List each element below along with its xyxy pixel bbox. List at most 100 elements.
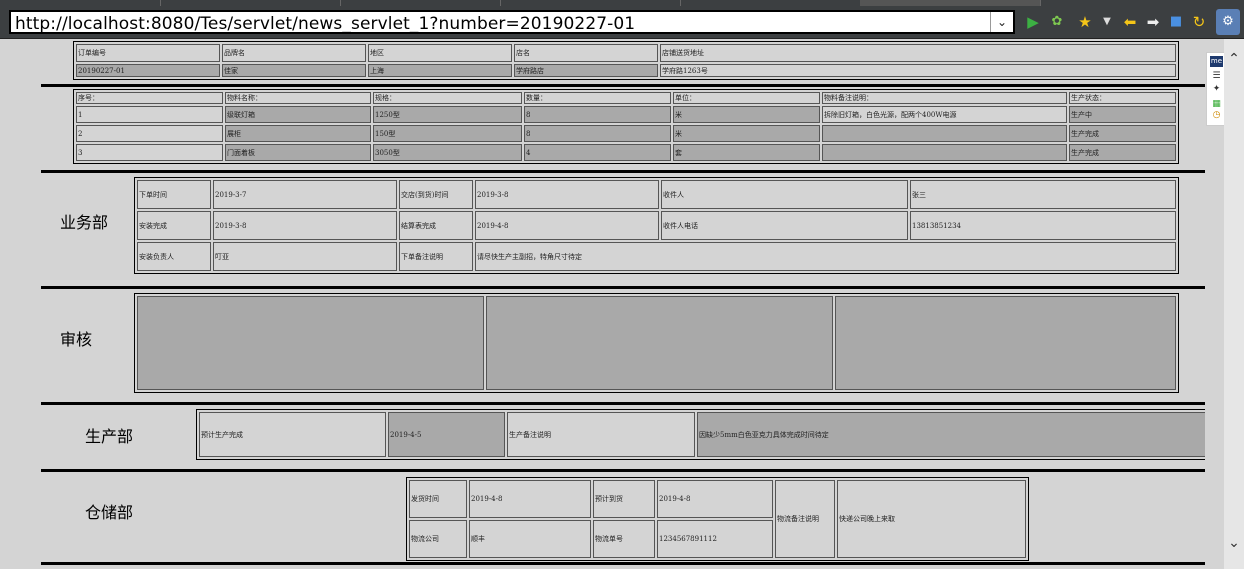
audit-cell — [137, 296, 484, 390]
url-text[interactable]: http://localhost:8080/Tes/servlet/news_s… — [15, 14, 635, 34]
settle-done-label: 结算表完成 — [399, 211, 473, 240]
menu-icon[interactable]: ☰ — [1210, 71, 1223, 82]
run-icon[interactable]: ▶ — [1022, 12, 1044, 32]
production-note: 因缺少5mm白色亚克力具体完成时间待定 — [697, 412, 1205, 457]
item-quantity: 4 — [524, 144, 671, 161]
scroll-up-icon[interactable]: ⌃ — [1224, 51, 1244, 67]
order-note: 请尽快生产主副招，特角尺寸待定 — [475, 242, 1176, 271]
order-time: 2019-3-7 — [213, 180, 397, 209]
install-owner: 叮亚 — [213, 242, 397, 271]
item-unit: 米 — [673, 106, 820, 123]
open-browser-icon[interactable]: ⚙ — [1216, 9, 1240, 35]
item-note — [822, 144, 1067, 161]
item-unit: 米 — [673, 125, 820, 142]
store-name: 学府路店 — [514, 64, 658, 77]
logistics-co-label: 物流公司 — [409, 520, 467, 558]
item-name: 展柜 — [225, 125, 371, 142]
dropdown-icon[interactable]: ▼ — [1096, 12, 1118, 32]
install-owner-label: 安装负责人 — [137, 242, 211, 271]
table-row: 2 展柜 150型 8 米 生产完成 — [76, 125, 1176, 142]
me-icon[interactable]: me — [1210, 56, 1223, 67]
tracking-label: 物流单号 — [593, 520, 655, 558]
vertical-scrollbar[interactable]: ⌃ ⌄ — [1224, 39, 1244, 569]
debug-icon[interactable]: ✿ — [1046, 12, 1068, 32]
bookmark-star-icon[interactable]: ★ — [1074, 12, 1096, 32]
row-number: 3 — [76, 144, 223, 161]
store-address: 学府路1263号 — [660, 64, 1176, 77]
item-unit: 套 — [673, 144, 820, 161]
header-cell: 物料备注说明： — [822, 92, 1067, 104]
item-spec: 150型 — [373, 125, 522, 142]
audit-dept-title: 审核 — [60, 330, 93, 349]
order-time-label: 下单时间 — [137, 180, 211, 209]
header-cell: 生产状态： — [1069, 92, 1176, 104]
order-note-label: 下单备注说明 — [399, 242, 473, 271]
row-number: 1 — [76, 106, 223, 123]
logistics-co: 顺丰 — [469, 520, 591, 558]
receiver: 张三 — [910, 180, 1176, 209]
header-cell: 品牌名 — [222, 44, 366, 62]
items-table: 序号： 物料名称： 规格： 数量： 单位： 物料备注说明： 生产状态： 1 级联… — [73, 89, 1179, 164]
divider — [41, 286, 1205, 289]
wand-icon[interactable]: ✦ — [1210, 84, 1223, 95]
tracking-number: 1234567891112 — [657, 520, 773, 558]
divider — [41, 469, 1205, 472]
receiver-phone-label: 收件人电话 — [661, 211, 908, 240]
production-status: 生产完成 — [1069, 144, 1176, 161]
browser-toolbar: http://localhost:8080/Tes/servlet/news_s… — [0, 6, 1244, 39]
region: 上海 — [368, 64, 512, 77]
warehouse-table: 发货时间 2019-4-8 预计到货 2019-4-8 物流备注说明 快递公司晚… — [406, 477, 1029, 561]
divider — [41, 170, 1205, 173]
table-row: 3 门面着板 3050型 4 套 生产完成 — [76, 144, 1176, 161]
receiver-label: 收件人 — [661, 180, 908, 209]
header-cell: 序号： — [76, 92, 223, 104]
refresh-icon[interactable]: ↻ — [1188, 12, 1210, 32]
item-quantity: 8 — [524, 125, 671, 142]
clock-icon[interactable]: ◷ — [1210, 110, 1223, 121]
stop-icon[interactable]: ■ — [1165, 12, 1187, 32]
item-name: 级联灯箱 — [225, 106, 371, 123]
image-icon[interactable]: ▦ — [1210, 99, 1223, 110]
brand-name: 佳家 — [222, 64, 366, 77]
table-row: 1 级联灯箱 1250型 8 米 拆除旧灯箱，白色光源，配两个400W电源 生产… — [76, 106, 1176, 123]
item-spec: 1250型 — [373, 106, 522, 123]
header-cell: 单位： — [673, 92, 820, 104]
production-dept-title: 生产部 — [85, 427, 134, 446]
warehouse-dept-title: 仓储部 — [85, 503, 134, 522]
production-status: 生产完成 — [1069, 125, 1176, 142]
ship-time-label: 发货时间 — [409, 480, 467, 518]
logistics-note-label: 物流备注说明 — [775, 480, 835, 558]
order-number: 20190227-01 — [76, 64, 220, 77]
deliver-time: 2019-3-8 — [475, 180, 659, 209]
header-cell: 地区 — [368, 44, 512, 62]
order-info-table: 订单编号 品牌名 地区 店名 店铺送货地址 20190227-01 佳家 上海 … — [73, 41, 1179, 80]
url-bar[interactable]: http://localhost:8080/Tes/servlet/news_s… — [9, 10, 1015, 34]
install-done: 2019-3-8 — [213, 211, 397, 240]
est-done: 2019-4-5 — [388, 412, 505, 457]
logistics-note: 快递公司晚上来取 — [837, 480, 1026, 558]
header-cell: 数量： — [524, 92, 671, 104]
est-arrival-label: 预计到货 — [593, 480, 655, 518]
back-arrow-icon[interactable]: ⬅ — [1119, 12, 1141, 32]
header-cell: 订单编号 — [76, 44, 220, 62]
audit-cell — [835, 296, 1176, 390]
production-note-label: 生产备注说明 — [507, 412, 695, 457]
item-name: 门面着板 — [225, 144, 371, 161]
sales-dept-title: 业务部 — [60, 213, 109, 232]
header-cell: 店名 — [514, 44, 658, 62]
scroll-down-icon[interactable]: ⌄ — [1224, 535, 1244, 551]
audit-table — [134, 293, 1179, 393]
divider — [41, 84, 1205, 87]
divider — [41, 562, 1205, 565]
audit-cell — [486, 296, 833, 390]
ship-time: 2019-4-8 — [469, 480, 591, 518]
forward-arrow-icon[interactable]: ➡ — [1142, 12, 1164, 32]
production-table: 预计生产完成 2019-4-5 生产备注说明 因缺少5mm白色亚克力具体完成时间… — [196, 409, 1205, 460]
deliver-time-label: 交店(到货)时间 — [399, 180, 473, 209]
receiver-phone: 13813851234 — [910, 211, 1176, 240]
item-spec: 3050型 — [373, 144, 522, 161]
settle-done: 2019-4-8 — [475, 211, 659, 240]
divider — [41, 402, 1205, 405]
item-quantity: 8 — [524, 106, 671, 123]
chevron-down-icon[interactable]: ⌄ — [990, 12, 1013, 32]
